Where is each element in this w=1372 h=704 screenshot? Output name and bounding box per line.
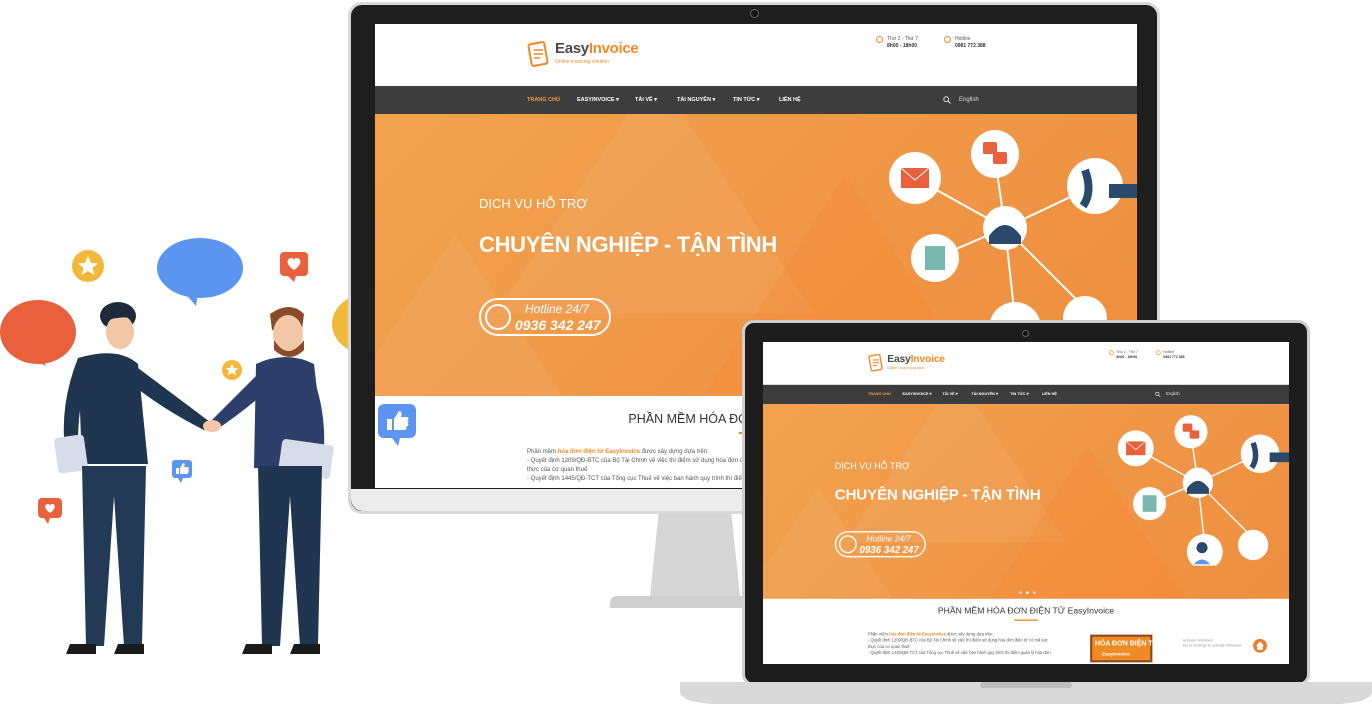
logo-text-invoice: Invoice	[910, 353, 945, 365]
hotline-label: Hotline 24/7	[866, 533, 911, 544]
heart-badge-icon	[280, 252, 308, 282]
speech-bubble-red	[0, 300, 76, 366]
site-nav: TRANG CHỦ EASYINVOICE ▾ TẢI VỀ ▾ TÀI NGU…	[763, 384, 1289, 405]
hotline-info: Hotline 0981 772 388	[1155, 350, 1184, 360]
phone-icon	[944, 36, 951, 43]
body-intro-link[interactable]: hóa đơn điện tử EasyInvoice	[558, 449, 640, 455]
invoice-logo-icon	[527, 41, 549, 67]
site-nav: TRANG CHỦ EASYINVOICE ▾ TẢI VỀ ▾ TÀI NGU…	[375, 86, 1137, 114]
body-intro-a: Phần mềm	[527, 449, 558, 455]
person-right-figure	[210, 307, 334, 654]
hero-title: CHUYÊN NGHIỆP - TẬN TÌNH	[834, 485, 1041, 503]
hours-value: 8h00 - 18h00	[887, 43, 918, 49]
laptop-camera	[1022, 330, 1029, 337]
hero-subtitle: DỊCH VỤ HỖ TRỢ	[479, 196, 588, 211]
language-switch[interactable]: English	[959, 86, 979, 114]
clock-icon	[876, 36, 883, 43]
heart-badge-small-icon	[38, 498, 62, 524]
invoice-poster: HÓA ĐƠN ĐIỆN TỬ EasyInvoice	[1090, 634, 1158, 663]
hotline-value[interactable]: 0981 772 388	[955, 43, 986, 50]
hero-subtitle: DỊCH VỤ HỖ TRỢ	[834, 460, 910, 472]
nav-lien-he[interactable]: LIÊN HỆ	[779, 86, 801, 114]
nav-tin-tuc[interactable]: TIN TỨC ▾	[733, 86, 760, 114]
working-hours: Thứ 2 - Thứ 7 8h00 - 18h00	[1108, 350, 1138, 360]
laptop-screen: EasyInvoice Online invoicing solution Th…	[763, 342, 1289, 664]
nav-lien-he[interactable]: LIÊN HỆ	[1042, 385, 1057, 404]
body-line-4: - Quyết định 1445/QĐ-TCT của Tổng cục Th…	[867, 651, 1051, 656]
hero-title: CHUYÊN NGHIỆP - TẬN TÌNH	[479, 232, 777, 257]
website-laptop: EasyInvoice Online invoicing solution Th…	[763, 342, 1289, 664]
star-badge-icon	[72, 250, 104, 282]
hours-value: 8h00 - 18h00	[1116, 355, 1138, 360]
site-header: EasyInvoice Online invoicing solution Th…	[763, 342, 1289, 385]
nav-tai-nguyen[interactable]: TÀI NGUYÊN ▾	[677, 86, 715, 114]
nav-easyinvoice[interactable]: EASYINVOICE ▾	[902, 385, 931, 404]
nav-tai-ve[interactable]: TẢI VỀ ▾	[635, 86, 657, 114]
phone-icon	[1155, 350, 1161, 356]
nav-tai-ve[interactable]: TẢI VỀ ▾	[942, 385, 957, 404]
like-badge-small-icon	[172, 460, 192, 483]
logo-text-invoice: Invoice	[588, 40, 639, 57]
hero-banner: DỊCH VỤ HỖ TRỢ CHUYÊN NGHIỆP - TẬN TÌNH …	[763, 404, 1289, 599]
slider-dots[interactable]	[1017, 591, 1038, 595]
hotline-info: Hotline 0981 772 388	[944, 36, 986, 50]
language-switch[interactable]: English	[1166, 385, 1180, 404]
logo-text-easy: Easy	[887, 353, 911, 365]
hotline-value[interactable]: 0981 772 388	[1163, 355, 1184, 360]
body-intro-b: được xây dựng dựa trên:	[639, 449, 709, 455]
clock-icon	[1108, 350, 1114, 356]
hotline-button[interactable]: Hotline 24/7 0936 342 247	[479, 298, 611, 336]
hours-label: Thứ 2 - Thứ 7	[887, 36, 919, 42]
site-header: EasyInvoice Online invoicing solution Th…	[375, 24, 1137, 86]
phone-icon	[485, 304, 511, 330]
home-float-button[interactable]	[1253, 638, 1267, 653]
site-logo[interactable]: EasyInvoice Online invoicing solution	[868, 352, 945, 375]
search-icon[interactable]	[1155, 391, 1161, 398]
monitor-camera	[750, 9, 759, 18]
hotline-number: 0936 342 247	[515, 317, 601, 333]
laptop-base	[680, 682, 1372, 704]
rating-icon	[1237, 529, 1269, 561]
poster-title: HÓA ĐƠN ĐIỆN TỬ	[1095, 640, 1159, 648]
logo-text-easy: Easy	[555, 40, 589, 57]
like-badge-icon	[378, 404, 416, 446]
nav-trang-chu[interactable]: TRANG CHỦ	[868, 385, 891, 404]
handshake-hands	[203, 420, 221, 432]
logo-tagline: Online invoicing solution	[887, 366, 925, 371]
speech-bubble-blue	[157, 238, 243, 306]
section-body: Phần mềm hóa đơn điện tử EasyInvoice đượ…	[868, 632, 1051, 657]
nav-tai-nguyen[interactable]: TÀI NGUYÊN ▾	[971, 385, 997, 404]
body-intro-b: được xây dựng dựa trên:	[945, 632, 994, 637]
hotline-label: Hotline	[955, 36, 971, 42]
hotline-button[interactable]: Hotline 24/7 0936 342 247	[834, 531, 926, 558]
invoice-logo-icon	[868, 353, 883, 372]
nav-trang-chu[interactable]: TRANG CHỦ	[527, 86, 560, 114]
support-network-illustration	[889, 130, 1137, 348]
hotline-label: Hotline 24/7	[525, 302, 590, 316]
search-icon[interactable]	[943, 96, 951, 104]
star-badge-small-icon	[222, 360, 242, 380]
site-logo[interactable]: EasyInvoice Online invoicing solution	[527, 38, 639, 72]
nav-tin-tuc[interactable]: TIN TỨC ▾	[1010, 385, 1028, 404]
phone-icon	[838, 535, 857, 554]
activate-line-2: Go to Settings to activate Windows.	[1182, 643, 1243, 648]
section-underline	[1014, 619, 1038, 621]
hotline-number: 0936 342 247	[859, 544, 919, 556]
body-intro-a: Phần mềm	[867, 632, 890, 637]
nav-easyinvoice[interactable]: EASYINVOICE ▾	[577, 86, 619, 114]
section-title: PHẦN MỀM HÓA ĐƠN ĐIỆN TỬ EasyInvoice	[937, 605, 1115, 616]
home-icon	[1255, 641, 1265, 650]
support-network-illustration	[1117, 415, 1289, 566]
logo-tagline: Online invoicing solution	[555, 59, 609, 65]
poster-brand: EasyInvoice	[1101, 651, 1130, 657]
body-intro-link[interactable]: hóa đơn điện tử EasyInvoice	[889, 633, 946, 637]
activate-windows-watermark: Activate Windows Go to Settings to activ…	[1183, 639, 1243, 649]
working-hours: Thứ 2 - Thứ 7 8h00 - 18h00	[876, 36, 919, 50]
